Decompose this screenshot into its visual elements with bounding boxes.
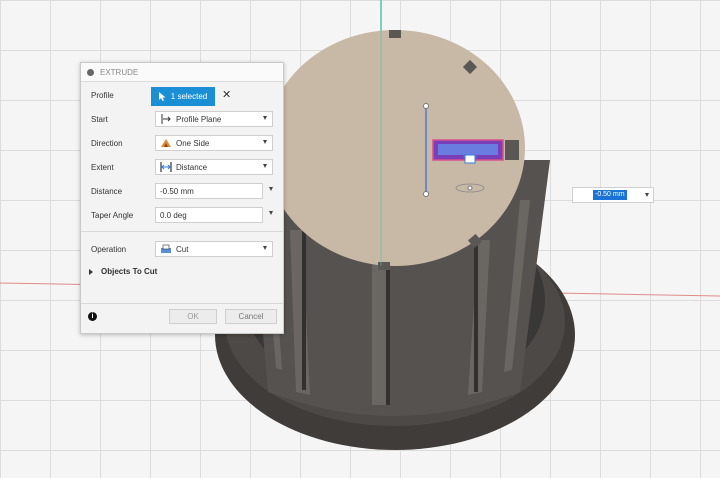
divider [81,303,283,304]
ok-button[interactable]: OK [169,309,217,324]
chevron-down-icon [263,116,267,120]
dialog-collapse-icon[interactable] [87,68,94,76]
extent-value: Distance [176,162,208,172]
distance-value[interactable]: -0.50 mm [160,187,194,196]
chevron-down-icon[interactable] [269,187,273,191]
operation-row: Operation Cut [81,239,283,259]
objects-to-cut-label: Objects To Cut [101,267,158,276]
extrude-dialog: EXTRUDE Profile 1 selected ✕ Start Profi… [80,62,284,334]
viewport-distance-input[interactable]: -0.50 mm [572,187,654,203]
chevron-down-icon[interactable] [269,211,273,215]
start-select[interactable]: Profile Plane [155,111,273,127]
profile-row: Profile 1 selected ✕ [81,85,283,106]
viewport-distance-value[interactable]: -0.50 mm [593,190,627,200]
start-label: Start [91,114,108,124]
distance-input[interactable]: -0.50 mm [155,183,263,199]
chevron-down-icon[interactable] [645,193,649,197]
distance-row: Distance -0.50 mm [81,181,283,201]
cursor-arrow-icon [158,92,166,101]
chevron-down-icon [263,164,267,168]
divider [81,231,283,232]
profile-fill [438,144,498,155]
distance-dropdown[interactable] [265,183,275,199]
taper-angle-row: Taper Angle 0.0 deg [81,205,283,225]
clear-selection-icon[interactable]: ✕ [222,90,231,101]
profile-label: Profile [91,90,114,100]
dialog-titlebar[interactable]: EXTRUDE [81,63,283,82]
extrude-direction-handle[interactable] [464,154,476,164]
operation-value: Cut [176,244,189,254]
dialog-title: EXTRUDE [100,67,139,77]
expand-triangle-icon [89,268,93,275]
taper-angle-dropdown[interactable] [265,207,275,223]
distance-label: Distance [91,186,123,196]
operation-select[interactable]: Cut [155,241,273,257]
profile-selection-text: 1 selected [170,92,208,101]
extent-select[interactable]: Distance [155,159,273,175]
cancel-button[interactable]: Cancel [225,309,277,324]
taper-angle-label: Taper Angle [91,210,134,220]
profile-plane-icon [161,114,171,124]
profile-select-button[interactable]: 1 selected [151,87,215,106]
extent-label: Extent [91,162,114,172]
chevron-down-icon [263,140,267,144]
info-icon[interactable]: i [88,312,97,321]
extent-row: Extent Distance [81,157,283,177]
objects-to-cut-expander[interactable]: Objects To Cut [89,267,157,276]
manipulator-handle-top[interactable] [423,103,429,109]
manipulator-handle-bottom[interactable] [423,191,429,197]
cut-icon [161,244,171,253]
direction-select[interactable]: One Side [155,135,273,151]
taper-angle-input[interactable]: 0.0 deg [155,207,263,223]
direction-value: One Side [176,138,210,148]
direction-row: Direction One Side [81,133,283,153]
angle-manipulator-handle[interactable] [467,185,473,191]
taper-angle-value[interactable]: 0.0 deg [160,211,187,220]
one-side-icon [161,139,171,147]
distance-icon [160,162,172,172]
operation-label: Operation [91,244,127,254]
start-value: Profile Plane [176,114,222,124]
start-row: Start Profile Plane [81,109,283,129]
direction-label: Direction [91,138,123,148]
chevron-down-icon [263,246,267,250]
